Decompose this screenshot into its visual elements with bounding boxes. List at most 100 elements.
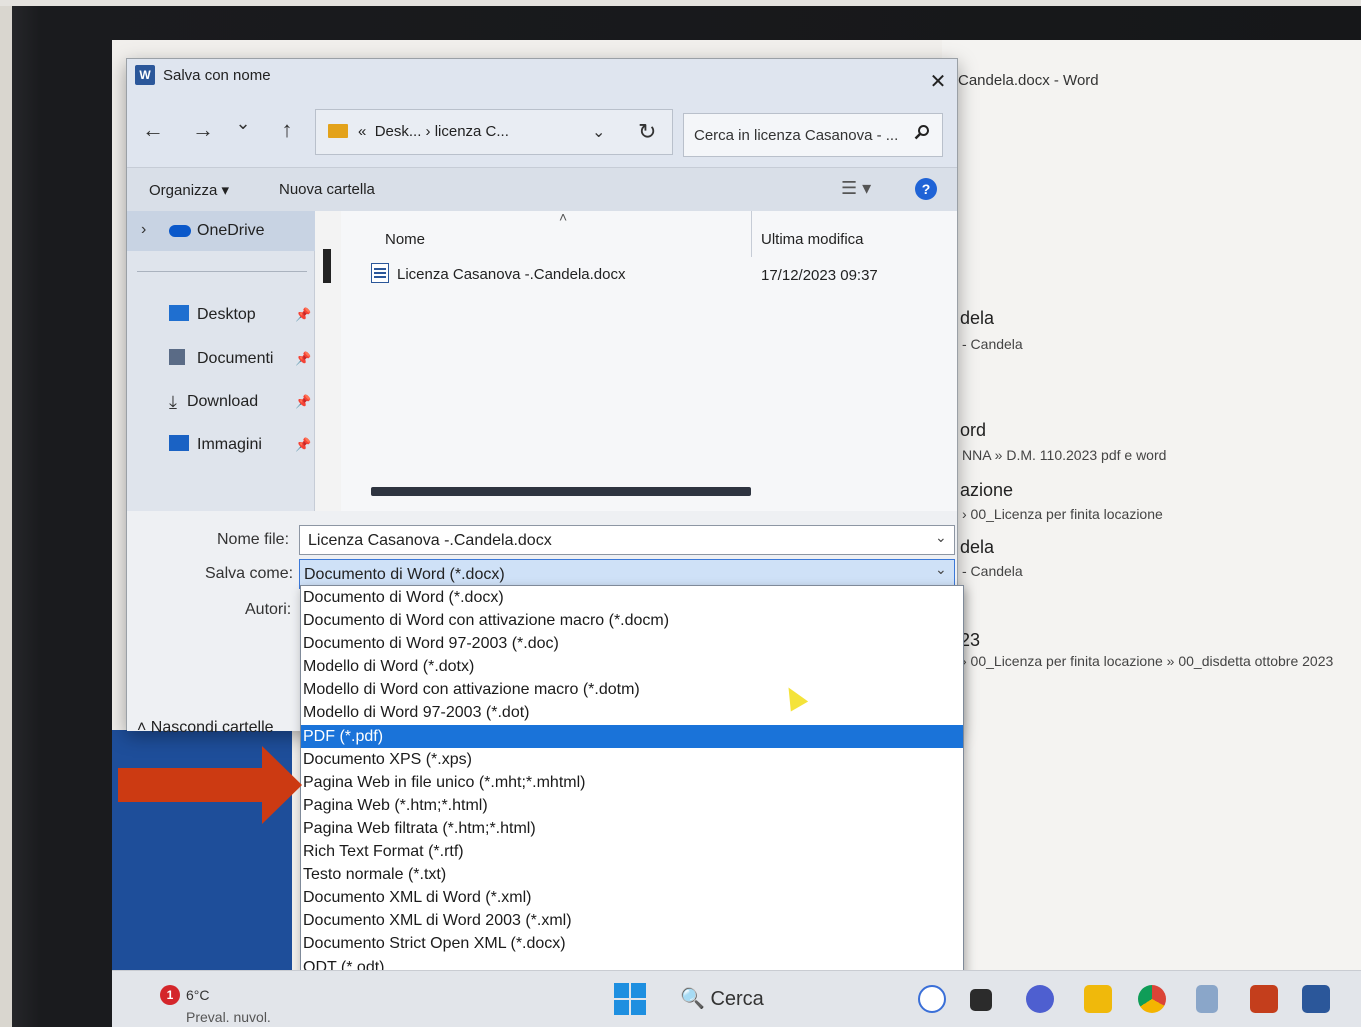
dropdown-option[interactable]: Testo normale (*.txt) [301,863,963,886]
dropdown-option[interactable]: Modello di Word (*.dotx) [301,655,963,678]
back-arrow-icon[interactable]: ← [139,117,167,143]
download-icon: ⤓ [169,392,177,412]
weather-alert-badge[interactable]: 1 [160,985,180,1005]
dropdown-option[interactable]: Documento di Word con attivazione macro … [301,609,963,632]
dialog-titlebar: W Salva con nome [127,59,957,91]
help-icon[interactable]: ? [915,178,937,200]
annotation-arrow-head [262,746,302,824]
taskbar: 1 6°C Preval. nuvol. 🔍 Cerca [112,970,1361,1027]
dropdown-option[interactable]: Documento Strict Open XML (*.docx) [301,932,963,955]
dialog-toolbar: Organizza ▾ Nuova cartella ☰ ▾ ? [127,167,957,211]
pin-icon[interactable]: 📌 [295,394,311,410]
dropdown-option[interactable]: Documento XPS (*.xps) [301,748,963,771]
sidebar-item-desktop[interactable]: Desktop [169,305,256,324]
word-document-icon [371,263,389,283]
chevron-down-icon[interactable]: ⌄ [935,561,947,578]
navigation-bar: ← → ⌄ ↑ « Desk... › licenza C... ⌄ ↻ Cer… [127,91,957,167]
taskbar-search[interactable]: 🔍 Cerca [672,981,872,1017]
forward-arrow-icon[interactable]: → [189,117,217,143]
dropdown-option[interactable]: Pagina Web in file unico (*.mht;*.mhtml) [301,771,963,794]
filename-label: Nome file: [217,531,290,548]
hide-folders-button[interactable]: ˄ Nascondi cartelle [137,719,274,737]
weather-description: Preval. nuvol. [186,1009,271,1025]
dropdown-option[interactable]: Pagina Web filtrata (*.htm;*.html) [301,817,963,840]
powerpoint-icon[interactable] [1250,985,1278,1013]
desktop-icon [169,305,189,321]
dialog-title: Salva con nome [163,67,271,84]
pin-icon[interactable]: 📌 [295,351,311,367]
file-list: Nome ˄ Ultima modifica Licenza Casanova … [341,209,957,511]
bing-icon[interactable] [918,985,946,1013]
close-button[interactable]: ✕ [927,71,949,93]
sidebar-item-label: Immagini [197,436,262,453]
recent-file-path: - Candela [962,336,1023,352]
folder-icon [328,124,348,138]
dropdown-option[interactable]: Modello di Word 97-2003 (*.dot) [301,701,963,724]
background-surface [0,0,12,1027]
authors-label: Autori: [245,601,292,618]
view-options-icon[interactable]: ☰ ▾ [841,178,871,199]
sidebar-item-label: Desktop [197,306,256,323]
search-placeholder: Cerca in licenza Casanova - ... [694,127,899,144]
chrome-icon[interactable] [1138,985,1166,1013]
search-icon [914,124,930,145]
sidebar-item-label: Download [186,393,259,410]
recent-locations-chevron-icon[interactable]: ⌄ [229,113,257,134]
dropdown-option[interactable]: Documento XML di Word (*.xml) [301,886,963,909]
navigation-pane: › OneDrive Desktop 📌 Documenti 📌 ⤓ Downlo… [127,211,315,511]
dropdown-option[interactable]: Modello di Word con attivazione macro (*… [301,678,963,701]
recent-file-name[interactable]: azione [960,480,1013,501]
organize-button[interactable]: Organizza ▾ [149,181,229,199]
search-input[interactable]: Cerca in licenza Casanova - ... [683,113,943,157]
teams-icon[interactable] [1026,985,1054,1013]
column-divider[interactable] [751,211,752,257]
chevron-down-icon[interactable]: ⌄ [592,122,605,142]
expand-chevron-icon[interactable]: › [141,221,146,239]
recent-file-path: NNA » D.M. 110.2023 pdf e word [962,447,1167,463]
pin-icon[interactable]: 📌 [295,437,311,453]
sidebar-item-label: OneDrive [197,222,265,239]
dropdown-option[interactable]: Documento XML di Word 2003 (*.xml) [301,909,963,932]
sort-ascending-icon: ˄ [559,209,568,225]
filename-input[interactable]: Licenza Casanova -.Candela.docx [299,525,955,555]
onedrive-cloud-icon [169,225,191,237]
up-arrow-icon[interactable]: ↑ [273,117,301,143]
word-icon[interactable] [1302,985,1330,1013]
dropdown-option[interactable]: Rich Text Format (*.rtf) [301,840,963,863]
refresh-icon[interactable]: ↻ [638,119,656,145]
weather-temperature[interactable]: 6°C [186,987,210,1003]
dropdown-option[interactable]: PDF (*.pdf) [301,724,963,748]
column-header-modified[interactable]: Ultima modifica [761,231,864,248]
recent-file-name[interactable]: dela [960,308,994,329]
snipping-icon[interactable] [1196,985,1218,1013]
new-folder-button[interactable]: Nuova cartella [279,181,375,198]
pin-icon[interactable]: 📌 [295,307,311,323]
pictures-icon [169,435,189,451]
address-bar[interactable]: « Desk... › licenza C... ⌄ ↻ [315,109,673,155]
recent-file-name[interactable]: ord [960,420,986,441]
documents-icon [169,349,185,365]
sidebar-item-download[interactable]: ⤓ Download [169,392,258,413]
file-row[interactable]: Licenza Casanova -.Candela.docx [371,263,625,283]
horizontal-scrollbar[interactable] [371,487,751,496]
word-window-title: Candela.docx - Word [958,72,1099,89]
sidebar-item-pictures[interactable]: Immagini [169,435,262,454]
recent-file-path: - Candela [962,563,1023,579]
dropdown-option[interactable]: Pagina Web (*.htm;*.html) [301,794,963,817]
recent-file-path: › 00_Licenza per finita locazione » 00_d… [962,653,1334,669]
annotation-arrow [118,768,268,802]
dropdown-option[interactable]: Documento di Word (*.docx) [301,586,963,609]
file-name: Licenza Casanova -.Candela.docx [397,266,626,283]
sidebar-item-documents[interactable]: Documenti [169,349,273,368]
explorer-icon[interactable] [1084,985,1112,1013]
recent-file-name[interactable]: dela [960,537,994,558]
sidebar-item-onedrive[interactable]: › OneDrive [127,211,315,251]
windows-start-icon[interactable] [614,983,646,1015]
column-header-name[interactable]: Nome [385,231,425,248]
nav-pane-scrollbar[interactable] [323,249,331,283]
dropdown-option[interactable]: Documento di Word 97-2003 (*.doc) [301,632,963,655]
chevron-down-icon[interactable]: ⌄ [935,529,947,546]
word-backstage [942,40,1361,970]
task-view-icon[interactable] [970,989,992,1011]
background-surface-top [0,0,1361,6]
